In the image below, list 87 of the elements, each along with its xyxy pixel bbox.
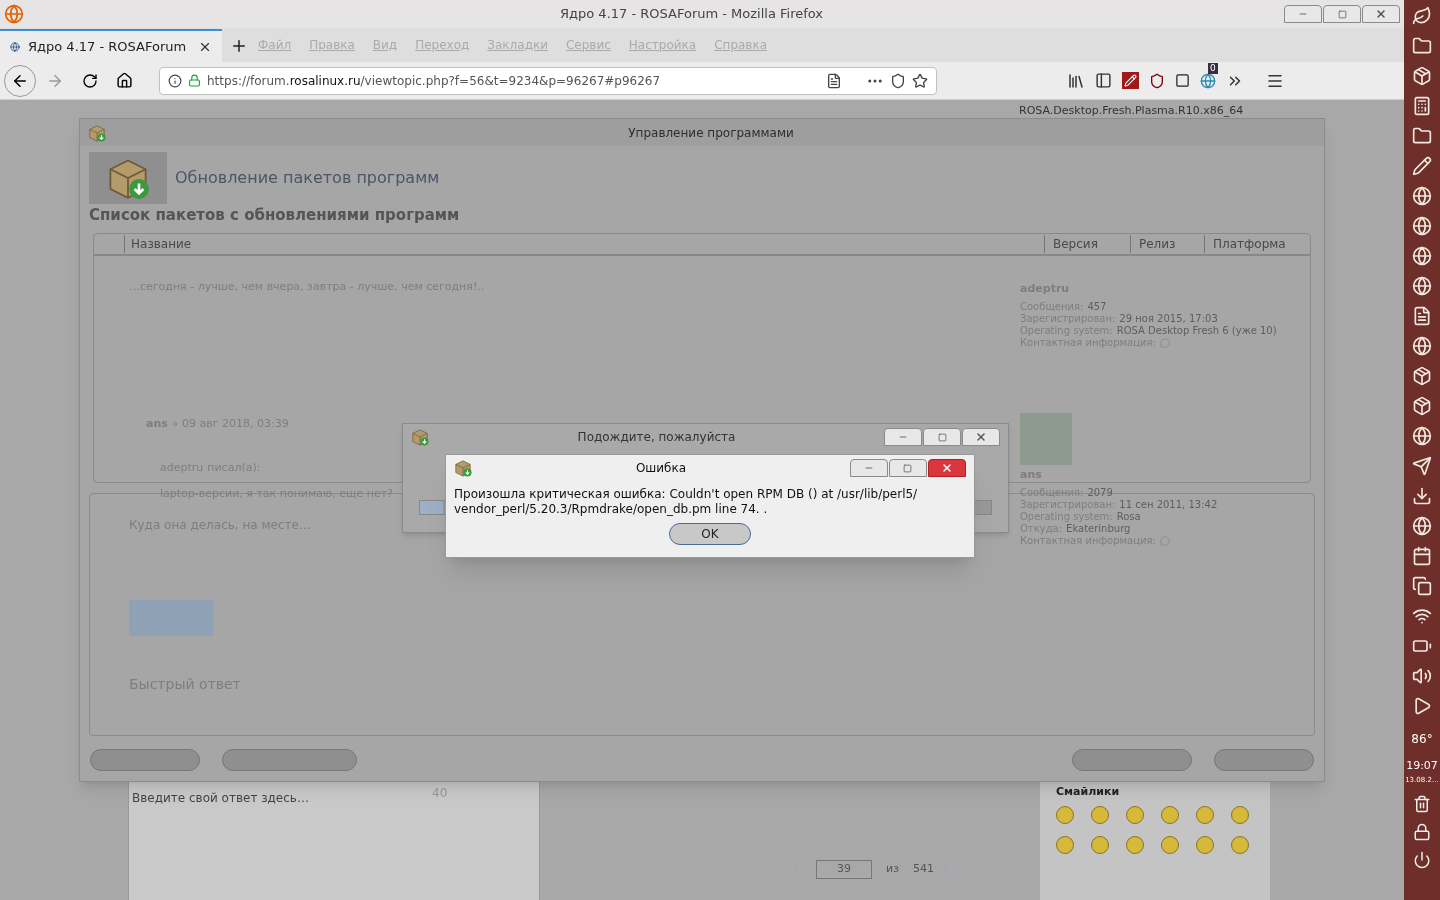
dialog-title: Ошибка (635, 460, 687, 477)
minimize-button[interactable] (850, 459, 888, 477)
launcher-icon[interactable] (1412, 426, 1432, 446)
lock-icon (188, 74, 201, 87)
launcher-icon[interactable] (1412, 486, 1432, 506)
launcher-icon[interactable] (1412, 366, 1432, 386)
launcher-icon[interactable] (1412, 126, 1432, 146)
launcher-icon[interactable] (1412, 66, 1432, 86)
launcher-icon[interactable] (1412, 396, 1432, 416)
profile-value: ROSA Desktop Fresh 6 (уже 10) (1116, 325, 1277, 337)
window-title: Управление программами (628, 124, 794, 142)
tab-favicon-icon (10, 41, 20, 52)
bookmark-star-icon[interactable] (912, 72, 928, 89)
launcher-icon[interactable] (1412, 336, 1432, 356)
profile-text: ROSA.Desktop.Fresh.Plasma.R10.x86_64 (1019, 103, 1244, 119)
launcher-icon[interactable] (1412, 546, 1432, 566)
launcher-icon[interactable] (1412, 186, 1432, 206)
page-number-field[interactable]: 39 (816, 860, 872, 879)
column-header[interactable]: Название (124, 234, 192, 253)
reader-icon[interactable] (826, 72, 842, 89)
launcher-icon[interactable] (1412, 96, 1432, 116)
trash-icon[interactable] (1413, 795, 1431, 813)
profile-value: 11 сен 2011, 13:42 (1119, 499, 1218, 511)
launcher-icon[interactable] (1412, 156, 1432, 176)
counter-badge: 0 (1208, 62, 1218, 74)
browser-logo-icon (4, 4, 24, 24)
profile-value: 457 (1087, 301, 1107, 313)
power-icon[interactable] (1413, 851, 1431, 869)
browser-tab[interactable]: Ядро 4.17 - ROSAForum (0, 29, 222, 62)
launcher-icon[interactable] (1412, 246, 1432, 266)
launcher-icon[interactable] (1412, 696, 1432, 716)
maximize-icon (903, 463, 913, 473)
home-icon[interactable] (116, 72, 133, 89)
close-icon (975, 431, 987, 443)
extension-icon[interactable] (1122, 72, 1139, 89)
minimize-button[interactable] (884, 428, 922, 446)
url-field[interactable]: https://forum.rosalinux.ru/viewtopic.php?f=56&t=9234&p=96267#p96267 (159, 66, 937, 95)
maximize-button[interactable] (1323, 5, 1361, 23)
package-icon (411, 428, 429, 446)
profile-value: Rosa (1116, 511, 1141, 523)
launcher-icon[interactable] (1412, 6, 1432, 26)
header-title: Обновление пакетов программ (175, 167, 440, 189)
pager-text: из (886, 861, 899, 877)
maximize-icon (1337, 9, 1347, 19)
dialog-title: Подождите, пожалуйста (577, 429, 736, 446)
minimize-button[interactable] (1284, 5, 1322, 23)
ok-button[interactable]: OK (669, 523, 751, 545)
new-tab-icon[interactable] (230, 37, 248, 55)
launcher-icon[interactable] (1412, 36, 1432, 56)
launcher-icon[interactable] (1412, 456, 1432, 476)
close-button[interactable] (962, 428, 1000, 446)
info-icon[interactable] (168, 73, 182, 88)
profile-value: Ekaterinburg (1066, 523, 1131, 535)
extension-icon[interactable] (1175, 73, 1190, 88)
maximize-button[interactable] (889, 459, 927, 477)
profile-value: 2079 (1087, 487, 1113, 499)
launcher-icon[interactable] (1412, 216, 1432, 236)
close-button[interactable] (928, 459, 966, 477)
error-message: Произошла критическая ошибка: Couldn't open RPM DB () at /usr/lib/perl5/ vendor_perl/5.20.3/Rpmdrake/open_db.pm line 74. . (453, 487, 919, 517)
package-icon (88, 123, 106, 142)
maximize-button[interactable] (923, 428, 961, 446)
pager-total: 541 (913, 861, 934, 877)
maximize-icon (937, 432, 947, 442)
launcher-icon[interactable] (1412, 576, 1432, 596)
close-icon (941, 462, 953, 474)
launcher-icon[interactable] (1412, 516, 1432, 536)
sidebar-icon[interactable] (1095, 72, 1112, 89)
list-title: Список пакетов с обновлениями программ (88, 205, 461, 226)
clock-time: 19:07 (1406, 758, 1438, 774)
close-button[interactable] (1362, 5, 1400, 23)
profile-value: 29 ноя 2015, 17:03 (1119, 313, 1218, 325)
launcher-icon[interactable] (1412, 666, 1432, 686)
package-icon (454, 459, 472, 477)
launcher-icon[interactable] (1412, 306, 1432, 326)
close-icon (1375, 8, 1387, 20)
lock-icon[interactable] (1413, 823, 1431, 841)
smileys-title: Смайлики (1056, 785, 1120, 798)
column-header[interactable]: Платформа (1204, 234, 1310, 253)
shield-icon[interactable] (1149, 72, 1165, 89)
window-title: Ядро 4.17 - ROSAForum - Mozilla Firefox (560, 5, 824, 24)
column-header[interactable]: Версия (1044, 234, 1130, 253)
column-header[interactable]: Релиз (1130, 234, 1204, 253)
launcher-icon[interactable] (1412, 606, 1432, 626)
library-icon[interactable] (1067, 71, 1085, 90)
reload-icon[interactable] (82, 72, 98, 89)
launcher-icon[interactable] (1412, 276, 1432, 296)
temperature-text: 86° (1411, 731, 1433, 748)
